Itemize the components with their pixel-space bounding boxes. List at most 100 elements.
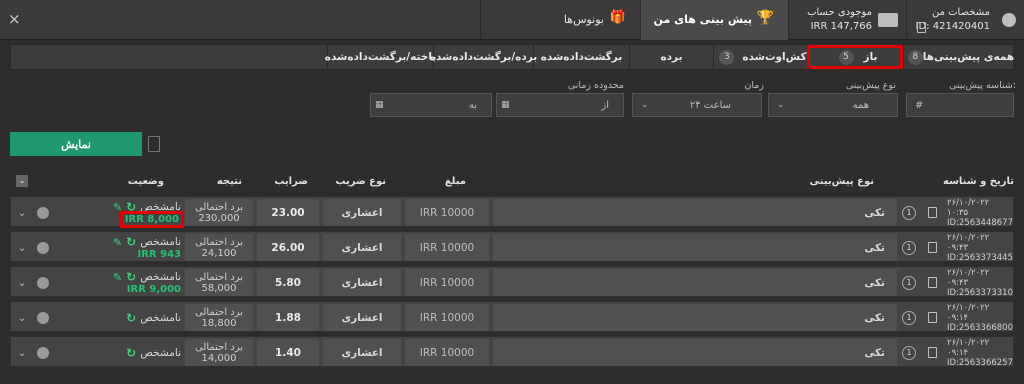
collapse-all-icon[interactable]: ⌄	[16, 175, 28, 187]
filter-tab-open[interactable]: 5 باز	[807, 45, 903, 69]
close-icon[interactable]: ×	[8, 10, 21, 28]
my-bets-label: پیش بینی های من	[653, 13, 752, 26]
bet-date: ۲۶/۱۰/۲۰۲۲ ۰۹:۴۳	[947, 232, 990, 253]
filter-tab-lost-refunded[interactable]: باخته/برگشت‌داده‌شده	[325, 45, 436, 69]
filter-tab-label: برده	[660, 51, 683, 63]
date-id-cell: ۲۶/۱۰/۲۰۲۲ ۰۹:۴۳ ID:2563373445	[943, 232, 1013, 263]
date-id-cell: ۲۶/۱۰/۲۰۲۲ ۱۰:۳۵ ID:2563448677	[943, 198, 1013, 228]
tab-bonus[interactable]: 🎁 بونوس‌ها	[480, 0, 640, 40]
tab-balance[interactable]: موجودی حساب IRR 147,766	[788, 0, 906, 40]
bet-id: ID:2563448677	[947, 217, 1013, 228]
copy-icon[interactable]	[927, 242, 937, 253]
amount-cell: IRR 10000	[405, 269, 489, 296]
filter-tab-all[interactable]: 8 همه‌ی پیش‌بینی‌ها	[903, 45, 1014, 69]
chevron-down-icon: ⌄	[641, 100, 649, 110]
count-badge: 8	[907, 49, 923, 65]
header-date-id: تاریخ و شناسه	[943, 176, 1014, 187]
bet-id-input[interactable]: #	[906, 93, 1014, 117]
table-row[interactable]: ۲۶/۱۰/۲۰۲۲ ۱۰:۳۵ ID:2563448677 1 تکی IRR…	[10, 196, 1014, 228]
header-odds-type: نوع ضریب	[335, 176, 386, 187]
copy-icon[interactable]	[927, 312, 937, 323]
printer-icon[interactable]	[148, 136, 160, 152]
result-value: 58,000	[201, 282, 237, 294]
bet-type-value: همه	[852, 99, 869, 111]
bet-id: ID:2563373445	[947, 252, 1013, 263]
result-label: برد احتمالی	[194, 201, 244, 213]
odds-type-cell: اعشاری	[323, 339, 401, 366]
status-text: نامشخص	[140, 236, 181, 248]
to-date-input[interactable]: ▦ به	[370, 93, 492, 117]
copy-cell[interactable]	[923, 269, 941, 296]
table-row[interactable]: ۲۶/۱۰/۲۰۲۲ ۰۹:۱۴ ID:2563366800 1 تکی IRR…	[10, 301, 1014, 333]
bet-type-select[interactable]: ⌄ همه	[768, 93, 898, 117]
result-label: برد احتمالی	[194, 236, 244, 248]
status-text: نامشخص	[140, 346, 181, 359]
filter-tab-label: برگشت‌داده‌شده	[540, 51, 623, 63]
time-label: زمان	[744, 80, 764, 91]
cashout-value[interactable]: IRR 8,000	[119, 211, 185, 228]
cashout-value[interactable]: IRR 9,000	[127, 284, 181, 295]
date-id-cell: ۲۶/۱۰/۲۰۲۲ ۰۹:۴۳ ID:2563373310	[943, 267, 1013, 298]
tab-my-profile[interactable]: مشخصات من ID: 421420401	[906, 0, 1024, 40]
stage-cell: 1	[897, 234, 921, 261]
cashout-value[interactable]: IRR 943	[138, 249, 181, 260]
edit-icon[interactable]: ✎	[113, 271, 122, 284]
balance-value: IRR 147,766	[810, 21, 872, 32]
clock-icon	[37, 206, 49, 219]
filter-tab-won[interactable]: برده	[629, 45, 713, 69]
expand-row-icon[interactable]: ⌄	[15, 269, 29, 296]
expand-row-icon[interactable]: ⌄	[15, 234, 29, 261]
table-row[interactable]: ۲۶/۱۰/۲۰۲۲ ۰۹:۴۳ ID:2563373445 1 تکی IRR…	[10, 231, 1014, 263]
tab-my-bets[interactable]: 🏆 پیش بینی های من	[640, 0, 788, 40]
filter-tab-label: باز	[863, 51, 878, 63]
result-cell: برد احتمالی 230,000	[185, 199, 253, 226]
refresh-icon[interactable]: ↻	[126, 270, 136, 284]
copy-cell[interactable]	[923, 339, 941, 366]
table-header: تاریخ و شناسه نوع پیش‌بینی مبلغ نوع ضریب…	[10, 172, 1024, 192]
result-value: 24,100	[201, 247, 237, 259]
refresh-icon[interactable]: ↻	[126, 346, 136, 360]
expand-row-icon[interactable]: ⌄	[15, 199, 29, 226]
amount-cell: IRR 10000	[405, 304, 489, 331]
time-select[interactable]: ⌄ ۲۴ ساعت	[632, 93, 762, 117]
odds-type-cell: اعشاری	[323, 234, 401, 261]
odds-cell: 23.00	[257, 199, 319, 226]
table-row[interactable]: ۲۶/۱۰/۲۰۲۲ ۰۹:۴۳ ID:2563373310 1 تکی IRR…	[10, 266, 1014, 298]
copy-icon[interactable]	[917, 22, 926, 33]
expand-row-icon[interactable]: ⌄	[15, 339, 29, 366]
date-range-label: محدوده زمانی	[567, 80, 624, 91]
copy-icon[interactable]	[927, 347, 937, 358]
edit-icon[interactable]: ✎	[113, 236, 122, 249]
stage-count-icon: 1	[902, 310, 916, 325]
edit-icon[interactable]: ✎	[113, 201, 122, 214]
copy-cell[interactable]	[923, 234, 941, 261]
clock-cell	[35, 234, 51, 261]
result-cell: برد احتمالی 14,000	[185, 339, 253, 366]
filter-tabs: 8 همه‌ی پیش‌بینی‌ها 5 باز 3 کش‌اوت‌شده ب…	[10, 44, 1014, 70]
copy-cell[interactable]	[923, 304, 941, 331]
refresh-icon[interactable]: ↻	[126, 200, 136, 214]
show-button[interactable]: نمایش	[10, 132, 142, 156]
bet-date: ۲۶/۱۰/۲۰۲۲ ۰۹:۱۴	[947, 337, 990, 358]
header-amount: مبلغ	[444, 176, 466, 187]
odds-cell: 1.88	[257, 304, 319, 331]
bet-date: ۲۶/۱۰/۲۰۲۲ ۰۹:۴۳	[947, 267, 990, 288]
filter-tab-won-refunded[interactable]: برده/برگشت‌داده‌شده	[430, 45, 537, 69]
clock-icon	[37, 346, 49, 359]
bet-type-cell: تکی	[493, 269, 897, 296]
filter-tab-refunded[interactable]: برگشت‌داده‌شده	[533, 45, 629, 69]
result-cell: برد احتمالی 24,100	[185, 234, 253, 261]
time-value: ۲۴ ساعت	[689, 99, 731, 111]
copy-icon[interactable]	[927, 207, 937, 218]
from-date-input[interactable]: ▦ از	[496, 93, 624, 117]
copy-icon[interactable]	[927, 277, 937, 288]
expand-row-icon[interactable]: ⌄	[15, 304, 29, 331]
clock-cell	[35, 199, 51, 226]
refresh-icon[interactable]: ↻	[126, 311, 136, 325]
refresh-icon[interactable]: ↻	[126, 235, 136, 249]
copy-cell[interactable]	[923, 199, 941, 226]
table-row[interactable]: ۲۶/۱۰/۲۰۲۲ ۰۹:۱۴ ID:2563366257 1 تکی IRR…	[10, 336, 1014, 368]
filter-tab-cashed-out[interactable]: 3 کش‌اوت‌شده	[713, 45, 807, 69]
odds-cell: 26.00	[257, 234, 319, 261]
amount-cell: IRR 10000	[405, 199, 489, 226]
